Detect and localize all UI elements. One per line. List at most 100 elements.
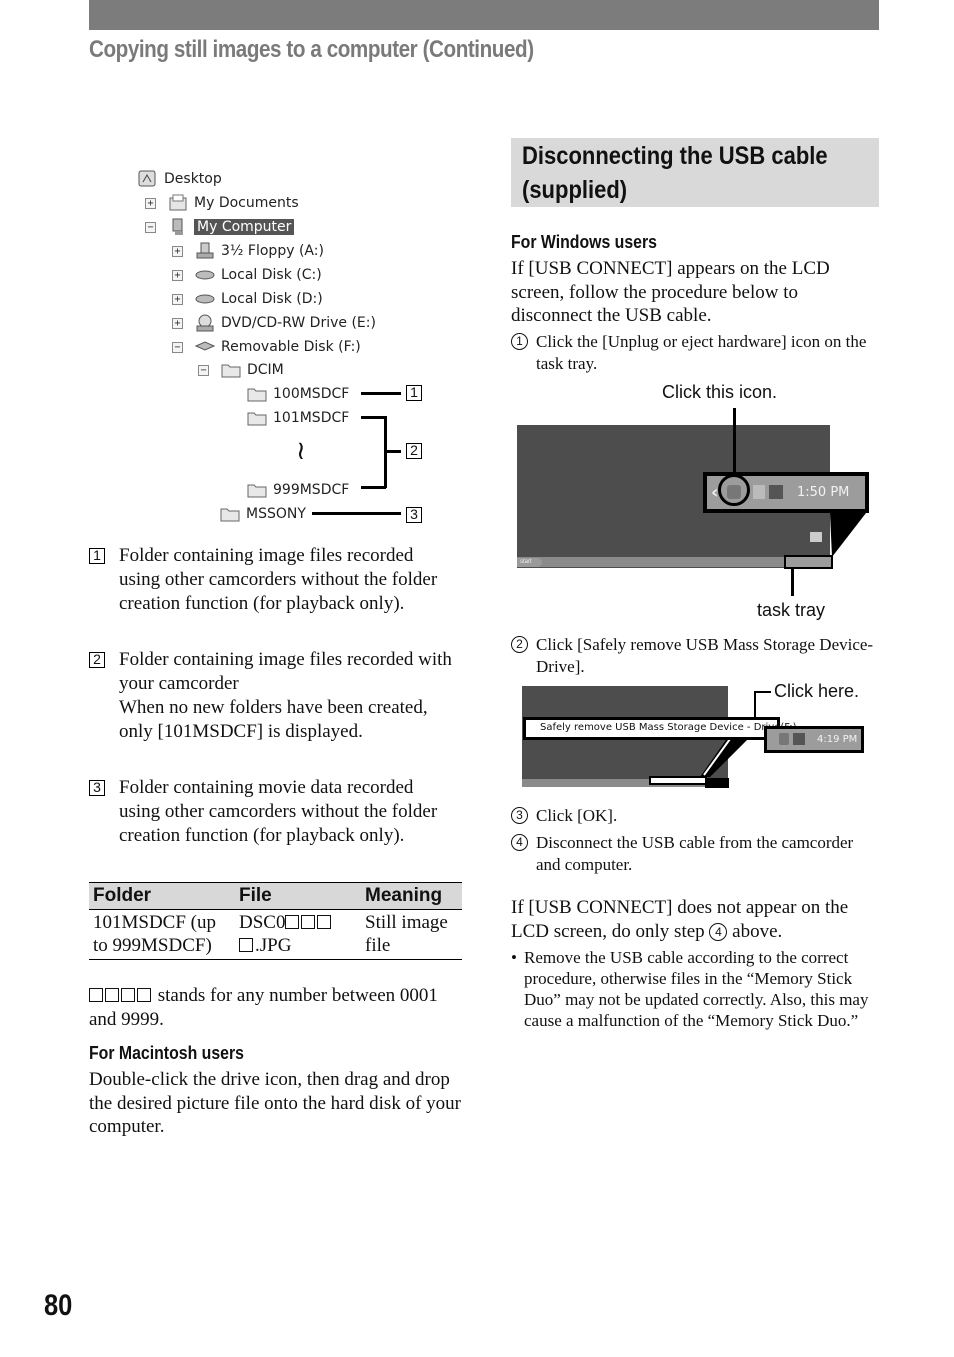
range-ellipsis: ≀	[296, 436, 306, 466]
tree-item-local-disk-c[interactable]: + Local Disk (C:)	[172, 264, 322, 286]
digit-placeholder-icon	[89, 988, 103, 1002]
digit-placeholder-icon	[105, 988, 119, 1002]
step-number-4: 4	[511, 834, 528, 851]
callout-bracket-bottom	[361, 486, 386, 489]
page-number: 80	[44, 1289, 73, 1322]
callout-line-icon	[733, 408, 736, 476]
mac-heading: For Macintosh users	[89, 1043, 244, 1063]
fallback-text: If [USB CONNECT] does not appear on the …	[511, 897, 849, 942]
safely-remove-popup[interactable]: Safely remove USB Mass Storage Device - …	[523, 717, 797, 740]
legend-item-2: 2 Folder containing image files recorded…	[89, 648, 459, 744]
step-2: 2 Click [Safely remove USB Mass Storage …	[511, 634, 881, 678]
highlight-circle	[718, 474, 750, 506]
documents-folder-icon	[168, 194, 188, 212]
step-number-2: 2	[511, 636, 528, 653]
callout-number-3: 3	[406, 507, 422, 523]
click-here-label: Click here.	[774, 681, 860, 701]
file-naming-table: Folder File Meaning 101MSDCF (up to 999M…	[89, 882, 462, 960]
caution-bullet: • Remove the USB cable according to the …	[511, 948, 869, 1030]
cell-file: DSC0 .JPG	[235, 909, 361, 960]
tree-item-999msdcf[interactable]: 999MSDCF	[247, 479, 349, 501]
mac-text: Double-click the drive icon, then drag a…	[89, 1069, 461, 1137]
digit-placeholder-icon	[137, 988, 151, 1002]
step-number-3: 3	[511, 807, 528, 824]
column-header-meaning: Meaning	[361, 882, 462, 910]
tree-item-local-disk-d[interactable]: + Local Disk (D:)	[172, 288, 323, 310]
tree-item-removable-disk[interactable]: − Removable Disk (F:)	[172, 336, 361, 358]
tray-app-icon[interactable]	[753, 485, 765, 499]
callout-number-1: 1	[406, 385, 422, 401]
folder-icon	[247, 385, 267, 403]
clock: 1:50 PM	[797, 485, 850, 500]
floppy-drive-icon	[195, 242, 215, 260]
folder-icon	[220, 505, 240, 523]
tree-item-floppy[interactable]: + 3½ Floppy (A:)	[172, 240, 324, 262]
unplug-hardware-icon[interactable]	[779, 733, 789, 745]
callout-line-3	[312, 512, 401, 515]
network-icon[interactable]	[769, 485, 783, 499]
windows-heading: For Windows users	[511, 232, 657, 252]
expand-icon[interactable]: +	[172, 245, 183, 257]
clock: 4:19 PM	[817, 734, 858, 745]
tree-item-dcim[interactable]: − DCIM	[198, 359, 284, 381]
legend-item-3: 3 Folder containing movie data recorded …	[89, 776, 459, 848]
click-this-icon-label: Click this icon.	[662, 382, 778, 402]
digit-placeholder-icon	[301, 915, 316, 929]
legend-item-1: 1 Folder containing image files recorded…	[89, 544, 459, 616]
desktop-icon	[138, 170, 158, 188]
zoom-pointer	[830, 513, 866, 557]
hard-disk-icon	[195, 290, 215, 308]
page-title: Copying still images to a computer (Cont…	[89, 36, 534, 63]
callout-line-here-v	[754, 691, 756, 719]
collapse-icon[interactable]: −	[172, 341, 183, 353]
legend-number-3: 3	[89, 780, 105, 796]
callout-line-here-h	[754, 691, 771, 693]
cell-meaning: Still image file	[361, 909, 462, 960]
digit-placeholder-icon	[285, 915, 300, 929]
removable-disk-icon	[194, 338, 216, 356]
expand-icon[interactable]: +	[172, 293, 183, 305]
section-title: Disconnecting the USB cable (supplied)	[522, 142, 828, 204]
step-1: 1 Click the [Unplug or eject hardware] i…	[511, 331, 881, 375]
table-header-row: Folder File Meaning	[89, 882, 462, 910]
computer-icon	[168, 218, 188, 236]
digit-placeholder-icon	[121, 988, 135, 1002]
collapse-icon[interactable]: −	[198, 364, 209, 376]
tree-item-mssony[interactable]: MSSONY	[220, 503, 306, 525]
cd-drive-icon	[195, 314, 215, 332]
expand-icon[interactable]: +	[172, 269, 183, 281]
step-number-1: 1	[511, 333, 528, 350]
tree-item-100msdcf[interactable]: 100MSDCF	[247, 383, 349, 405]
task-tray-zoom: 4:19 PM	[764, 726, 864, 753]
table-note: stands for any number between 0001 and 9…	[89, 985, 438, 1030]
step-3: 3 Click [OK].	[511, 805, 881, 827]
task-tray-label: task tray	[757, 600, 826, 620]
table-row: 101MSDCF (up to 999MSDCF) DSC0 .JPG Still…	[89, 909, 462, 960]
legend-number-2: 2	[89, 652, 105, 668]
tree-item-101msdcf[interactable]: 101MSDCF	[247, 407, 349, 429]
legend-number-1: 1	[89, 548, 105, 564]
callout-bracket-top	[361, 416, 386, 419]
callout-line-2	[384, 450, 401, 453]
expand-icon[interactable]: +	[172, 317, 183, 329]
step-4: 4 Disconnect the USB cable from the camc…	[511, 832, 881, 876]
tree-item-desktop[interactable]: Desktop	[138, 168, 222, 190]
step-reference-4: 4	[709, 922, 728, 941]
callout-line-tray	[791, 568, 794, 596]
cell-folder: 101MSDCF (up to 999MSDCF)	[89, 909, 235, 960]
tree-item-my-documents[interactable]: + My Documents	[145, 192, 299, 214]
zoom-pointer	[700, 737, 750, 777]
collapse-icon[interactable]: −	[145, 221, 156, 233]
start-button[interactable]: start	[517, 558, 542, 567]
tree-item-my-computer[interactable]: − My Computer	[145, 216, 295, 238]
folder-icon	[247, 409, 267, 427]
network-icon[interactable]	[793, 733, 805, 745]
hard-disk-icon	[195, 266, 215, 284]
windows-intro: If [USB CONNECT] appears on the LCD scre…	[511, 258, 830, 326]
folder-icon	[247, 481, 267, 499]
column-header-folder: Folder	[89, 882, 235, 910]
header-bar	[89, 0, 879, 30]
expand-icon[interactable]: +	[145, 197, 156, 209]
tree-item-dvd-drive[interactable]: + DVD/CD-RW Drive (E:)	[172, 312, 376, 334]
bullet-icon: •	[511, 948, 517, 967]
